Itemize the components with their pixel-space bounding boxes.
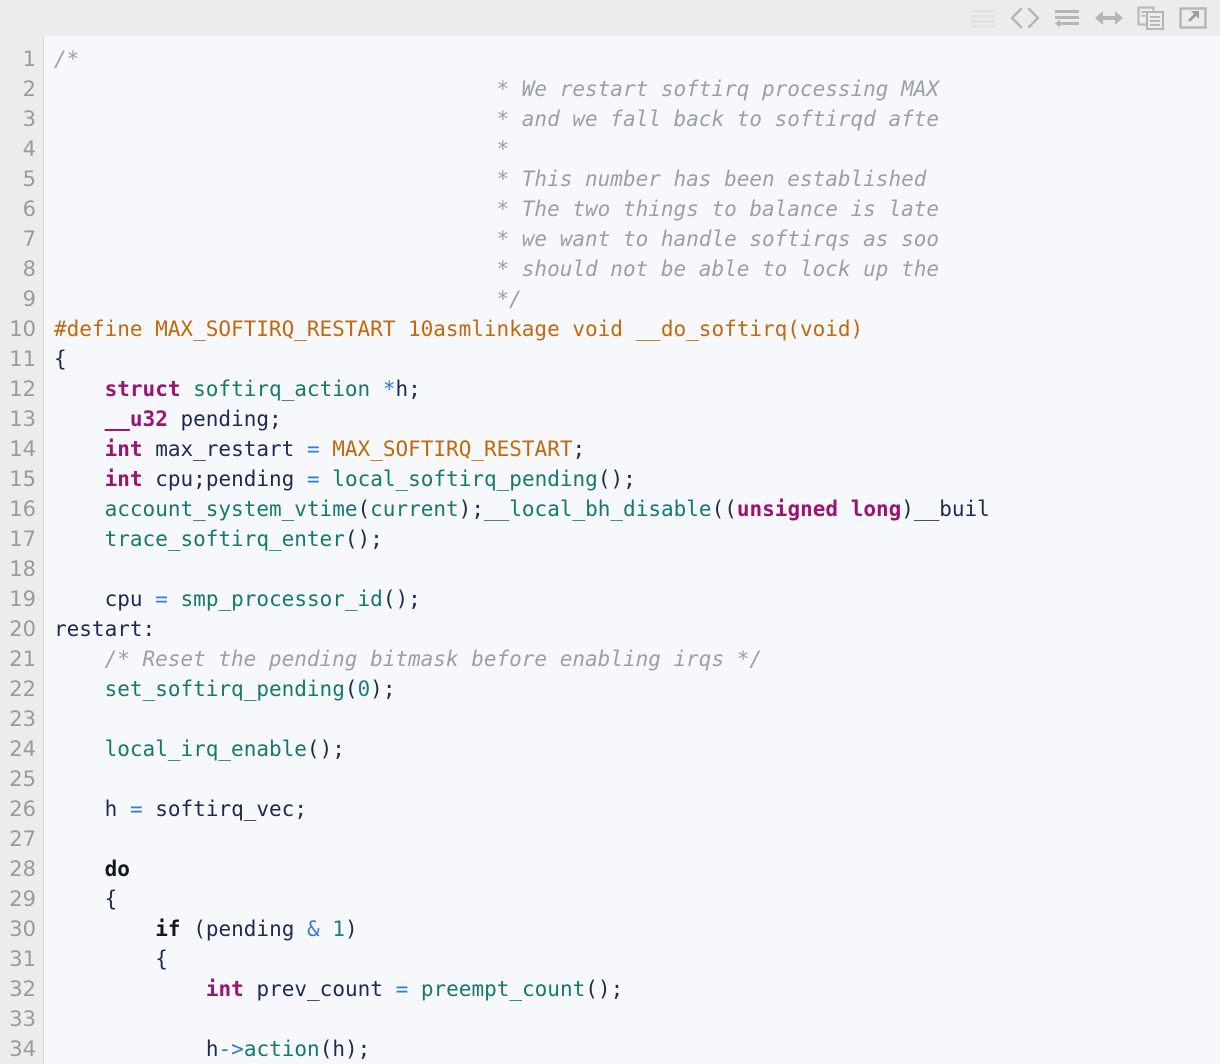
line-number: 10 <box>0 314 43 344</box>
code-line[interactable]: /* Reset the pending bitmask before enab… <box>54 644 1220 674</box>
line-number: 20 <box>0 614 43 644</box>
line-number: 27 <box>0 824 43 854</box>
line-number: 34 <box>0 1034 43 1064</box>
code-line[interactable]: __u32 pending; <box>54 404 1220 434</box>
code-line[interactable]: h = softirq_vec; <box>54 794 1220 824</box>
code-line[interactable]: * <box>54 134 1220 164</box>
line-number: 1 <box>0 44 43 74</box>
line-number: 12 <box>0 374 43 404</box>
code-line[interactable]: * We restart softirq processing MAX <box>54 74 1220 104</box>
code-line[interactable]: { <box>54 344 1220 374</box>
code-line[interactable]: int prev_count = preempt_count(); <box>54 974 1220 1004</box>
code-line[interactable]: { <box>54 944 1220 974</box>
copy-glyph <box>1137 6 1165 30</box>
line-number: 32 <box>0 974 43 1004</box>
line-number: 17 <box>0 524 43 554</box>
line-number: 25 <box>0 764 43 794</box>
code-line[interactable] <box>54 824 1220 854</box>
line-number: 28 <box>0 854 43 884</box>
code-content[interactable]: /* * We restart softirq processing MAX *… <box>44 36 1220 1064</box>
horizontal-arrows-icon[interactable] <box>1088 3 1130 33</box>
code-line[interactable]: cpu = smp_processor_id(); <box>54 584 1220 614</box>
line-number: 9 <box>0 284 43 314</box>
code-line[interactable]: account_system_vtime(current);__local_bh… <box>54 494 1220 524</box>
code-line[interactable] <box>54 1004 1220 1034</box>
menu-lines-glyph <box>970 8 996 28</box>
code-line[interactable]: local_irq_enable(); <box>54 734 1220 764</box>
menu-lines-icon[interactable] <box>962 3 1004 33</box>
line-number: 3 <box>0 104 43 134</box>
code-line[interactable]: * The two things to balance is late <box>54 194 1220 224</box>
code-brackets-icon[interactable] <box>1004 3 1046 33</box>
line-number: 7 <box>0 224 43 254</box>
line-number: 13 <box>0 404 43 434</box>
code-line[interactable]: h->action(h); <box>54 1034 1220 1064</box>
line-number: 2 <box>0 74 43 104</box>
line-number: 15 <box>0 464 43 494</box>
line-number: 33 <box>0 1004 43 1034</box>
copy-icon[interactable] <box>1130 3 1172 33</box>
code-line[interactable]: restart: <box>54 614 1220 644</box>
line-number: 26 <box>0 794 43 824</box>
code-line[interactable]: * should not be able to lock up the <box>54 254 1220 284</box>
code-line[interactable] <box>54 764 1220 794</box>
code-line[interactable]: struct softirq_action *h; <box>54 374 1220 404</box>
line-number: 31 <box>0 944 43 974</box>
line-number: 14 <box>0 434 43 464</box>
code-line[interactable]: #define MAX_SOFTIRQ_RESTART 10asmlinkage… <box>54 314 1220 344</box>
code-brackets-glyph <box>1010 7 1040 29</box>
code-line[interactable]: set_softirq_pending(0); <box>54 674 1220 704</box>
line-number: 18 <box>0 554 43 584</box>
line-number: 4 <box>0 134 43 164</box>
code-line[interactable]: /* <box>54 44 1220 74</box>
line-number: 21 <box>0 644 43 674</box>
code-line[interactable]: * and we fall back to softirqd afte <box>54 104 1220 134</box>
code-line[interactable]: int cpu;pending = local_softirq_pending(… <box>54 464 1220 494</box>
line-number: 24 <box>0 734 43 764</box>
line-number: 22 <box>0 674 43 704</box>
code-line[interactable]: * we want to handle softirqs as soo <box>54 224 1220 254</box>
line-number: 5 <box>0 164 43 194</box>
code-editor[interactable]: 1234567891011121314151617181920212223242… <box>0 36 1220 1064</box>
code-line[interactable]: { <box>54 884 1220 914</box>
code-line[interactable]: */ <box>54 284 1220 314</box>
line-number: 16 <box>0 494 43 524</box>
line-number: 6 <box>0 194 43 224</box>
line-number: 23 <box>0 704 43 734</box>
code-line[interactable] <box>54 704 1220 734</box>
wrap-lines-icon[interactable] <box>1046 3 1088 33</box>
wrap-lines-glyph <box>1053 7 1081 29</box>
code-line[interactable]: int max_restart = MAX_SOFTIRQ_RESTART; <box>54 434 1220 464</box>
open-external-icon[interactable] <box>1172 3 1214 33</box>
line-number-gutter: 1234567891011121314151617181920212223242… <box>0 36 44 1064</box>
code-line[interactable]: do <box>54 854 1220 884</box>
code-line[interactable] <box>54 554 1220 584</box>
line-number: 29 <box>0 884 43 914</box>
line-number: 11 <box>0 344 43 374</box>
horizontal-arrows-glyph <box>1094 8 1124 28</box>
line-number: 8 <box>0 254 43 284</box>
code-line[interactable]: * This number has been established <box>54 164 1220 194</box>
open-external-glyph <box>1179 6 1207 30</box>
line-number: 30 <box>0 914 43 944</box>
code-line[interactable]: trace_softirq_enter(); <box>54 524 1220 554</box>
line-number: 19 <box>0 584 43 614</box>
editor-toolbar <box>0 0 1220 36</box>
code-line[interactable]: if (pending & 1) <box>54 914 1220 944</box>
